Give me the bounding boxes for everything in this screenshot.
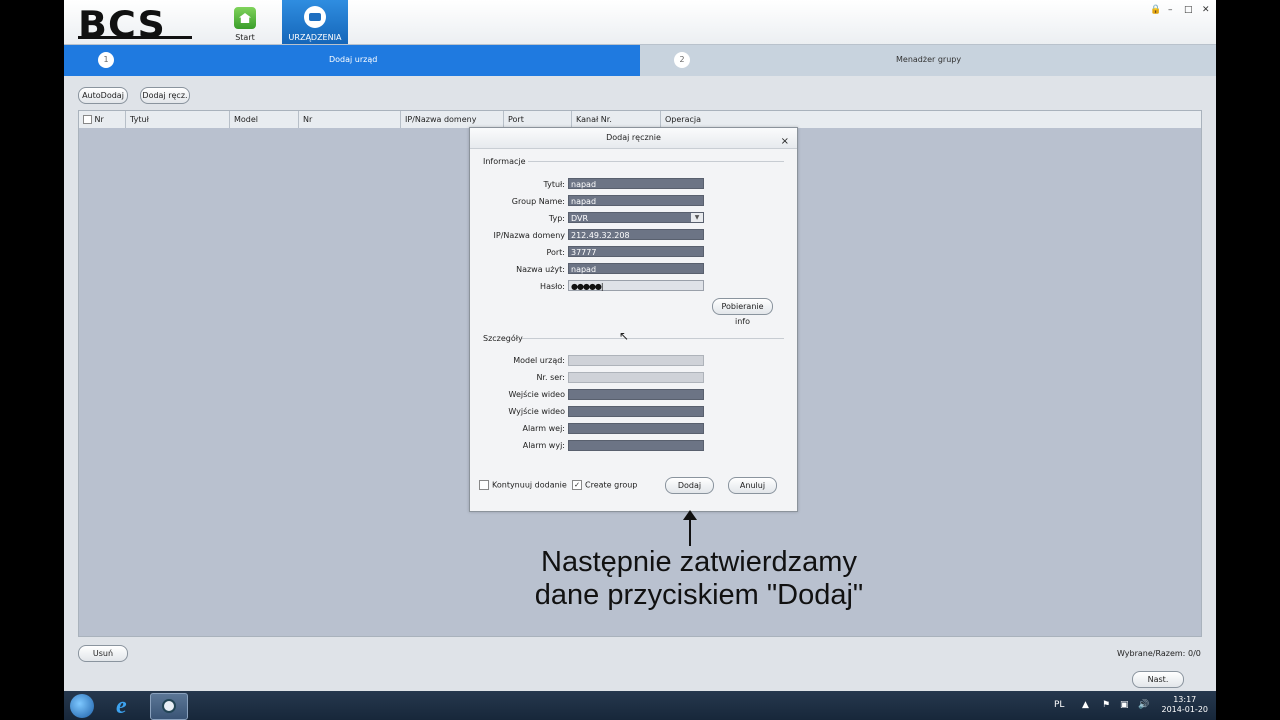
windows-taskbar: e PL ▲ ⚑ ▣ 🔊 13:17 2014-01-20 bbox=[64, 691, 1216, 720]
selected-total-value: 0/0 bbox=[1188, 649, 1201, 658]
ip-input[interactable]: 212.49.32.208 bbox=[568, 229, 704, 240]
nav-start-label: Start bbox=[235, 33, 255, 42]
col-ip[interactable]: IP/Nazwa domeny bbox=[400, 111, 503, 128]
clock-time: 13:17 bbox=[1173, 695, 1197, 704]
check-icon[interactable]: ✓ bbox=[572, 480, 582, 490]
alarm-out-label: Alarm wyj: bbox=[522, 441, 565, 450]
type-select-value: DVR bbox=[571, 214, 589, 223]
add-manually-dialog: Dodaj ręcznie × Informacje Tytuł: napad … bbox=[469, 127, 798, 512]
nav-devices-label: URZĄDZENIA bbox=[288, 33, 342, 42]
continue-adding-label: Kontynuuj dodanie bbox=[492, 480, 567, 490]
group-name-label: Group Name: bbox=[511, 197, 565, 206]
ip-label: IP/Nazwa domeny bbox=[493, 231, 565, 240]
dialog-title-bar: Dodaj ręcznie × bbox=[470, 128, 797, 149]
flag-icon[interactable]: ⚑ bbox=[1102, 700, 1110, 710]
device-model-label: Model urząd: bbox=[513, 356, 565, 365]
app-taskbar-icon[interactable] bbox=[150, 693, 188, 720]
section-details-label: Szczegóły bbox=[483, 334, 523, 343]
section-info-label: Informacje bbox=[483, 157, 526, 166]
video-out-label: Wyjście wideo bbox=[508, 407, 565, 416]
title-label: Tytuł: bbox=[543, 180, 565, 189]
caption-line-1: Następnie zatwierdzamy bbox=[541, 546, 857, 578]
tray-arrow-icon[interactable]: ▲ bbox=[1082, 700, 1089, 710]
video-in-field bbox=[568, 389, 704, 400]
title-input[interactable]: napad bbox=[568, 178, 704, 189]
alarm-in-field bbox=[568, 423, 704, 434]
windows-start-icon[interactable] bbox=[70, 694, 94, 718]
selected-total-label: Wybrane/Razem: bbox=[1117, 649, 1186, 658]
step-add-device[interactable]: 1 Dodaj urząd bbox=[64, 45, 640, 76]
mouse-cursor-icon: ↖ bbox=[619, 329, 630, 343]
password-input[interactable]: ●●●●●| bbox=[568, 280, 704, 291]
serial-label: Nr. ser: bbox=[536, 373, 565, 382]
lock-icon[interactable]: 🔒 bbox=[1150, 5, 1161, 15]
col-channel[interactable]: Kanał Nr. bbox=[571, 111, 658, 128]
app-window: BCS® Start URZĄDZENIA 🔒 – □ ✕ 1 Dodaj ur… bbox=[64, 0, 1216, 720]
video-in-label: Wejście wideo bbox=[508, 390, 566, 399]
devices-icon bbox=[304, 6, 326, 28]
port-input[interactable]: 37777 bbox=[568, 246, 704, 257]
create-group-label: Create group bbox=[585, 480, 638, 490]
step-1-label: Dodaj urząd bbox=[329, 55, 378, 64]
annotation-arrow-icon bbox=[683, 510, 697, 546]
port-label: Port: bbox=[546, 248, 565, 257]
network-icon[interactable]: ▣ bbox=[1120, 700, 1129, 710]
type-select[interactable]: DVR ▼ bbox=[568, 212, 704, 223]
section-info-divider bbox=[528, 161, 784, 162]
alarm-in-label: Alarm wej: bbox=[522, 424, 565, 433]
group-name-input[interactable]: napad bbox=[568, 195, 704, 206]
step-2-number: 2 bbox=[674, 52, 690, 68]
col-model[interactable]: Model bbox=[229, 111, 296, 128]
serial-field bbox=[568, 372, 704, 383]
clock-date: 2014-01-20 bbox=[1161, 705, 1209, 714]
internet-explorer-icon[interactable]: e bbox=[108, 693, 144, 719]
video-out-field bbox=[568, 406, 704, 417]
nav-start[interactable]: Start bbox=[212, 0, 278, 44]
select-all-checkbox[interactable] bbox=[83, 115, 92, 124]
create-group-checkbox[interactable]: ✓ Create group bbox=[572, 480, 637, 490]
step-2-label[interactable]: Menadżer grupy bbox=[896, 55, 961, 64]
add-button[interactable]: Dodaj bbox=[665, 477, 714, 494]
delete-button[interactable]: Usuń bbox=[78, 645, 128, 662]
device-model-field bbox=[568, 355, 704, 366]
alarm-out-field bbox=[568, 440, 704, 451]
step-1-number: 1 bbox=[98, 52, 114, 68]
manual-add-button[interactable]: Dodaj ręcz. bbox=[140, 87, 190, 104]
col-port[interactable]: Port bbox=[503, 111, 570, 128]
continue-adding-checkbox[interactable]: Kontynuuj dodanie bbox=[479, 480, 567, 490]
dialog-close-icon[interactable]: × bbox=[781, 132, 789, 152]
username-input[interactable]: napad bbox=[568, 263, 704, 274]
auto-add-button[interactable]: AutoDodaj bbox=[78, 87, 128, 104]
caption-line-2: dane przyciskiem "Dodaj" bbox=[534, 579, 864, 611]
next-button[interactable]: Nast. bbox=[1132, 671, 1184, 688]
continue-adding-box[interactable] bbox=[479, 480, 489, 490]
logo-underline bbox=[78, 36, 192, 39]
app-header: BCS® Start URZĄDZENIA 🔒 – □ ✕ bbox=[64, 0, 1216, 45]
language-indicator[interactable]: PL bbox=[1054, 700, 1064, 710]
col-nr[interactable]: Nr bbox=[79, 111, 127, 128]
wizard-steps: 1 Dodaj urząd 2 Menadżer grupy bbox=[64, 45, 1216, 76]
minimize-icon[interactable]: – bbox=[1168, 5, 1173, 15]
col-serial[interactable]: Nr bbox=[298, 111, 401, 128]
tutorial-caption: Następnie zatwierdzamy dane przyciskiem … bbox=[464, 546, 934, 612]
home-icon bbox=[234, 7, 256, 29]
close-window-icon[interactable]: ✕ bbox=[1202, 5, 1210, 15]
dialog-title: Dodaj ręcznie bbox=[606, 133, 661, 142]
section-details-divider bbox=[522, 338, 784, 339]
fetch-info-button[interactable]: Pobieranie info bbox=[712, 298, 773, 326]
cancel-button[interactable]: Anuluj bbox=[728, 477, 777, 494]
col-title[interactable]: Tytuł bbox=[125, 111, 228, 128]
username-label: Nazwa użyt: bbox=[516, 265, 565, 274]
type-label: Typ: bbox=[548, 214, 565, 223]
system-clock[interactable]: 13:17 2014-01-20 bbox=[1162, 695, 1209, 715]
col-operation[interactable]: Operacja bbox=[660, 111, 785, 128]
password-label: Hasło: bbox=[540, 282, 565, 291]
nav-devices[interactable]: URZĄDZENIA bbox=[282, 0, 348, 44]
volume-icon[interactable]: 🔊 bbox=[1138, 700, 1149, 710]
chevron-down-icon[interactable]: ▼ bbox=[691, 213, 703, 222]
maximize-icon[interactable]: □ bbox=[1184, 5, 1193, 15]
